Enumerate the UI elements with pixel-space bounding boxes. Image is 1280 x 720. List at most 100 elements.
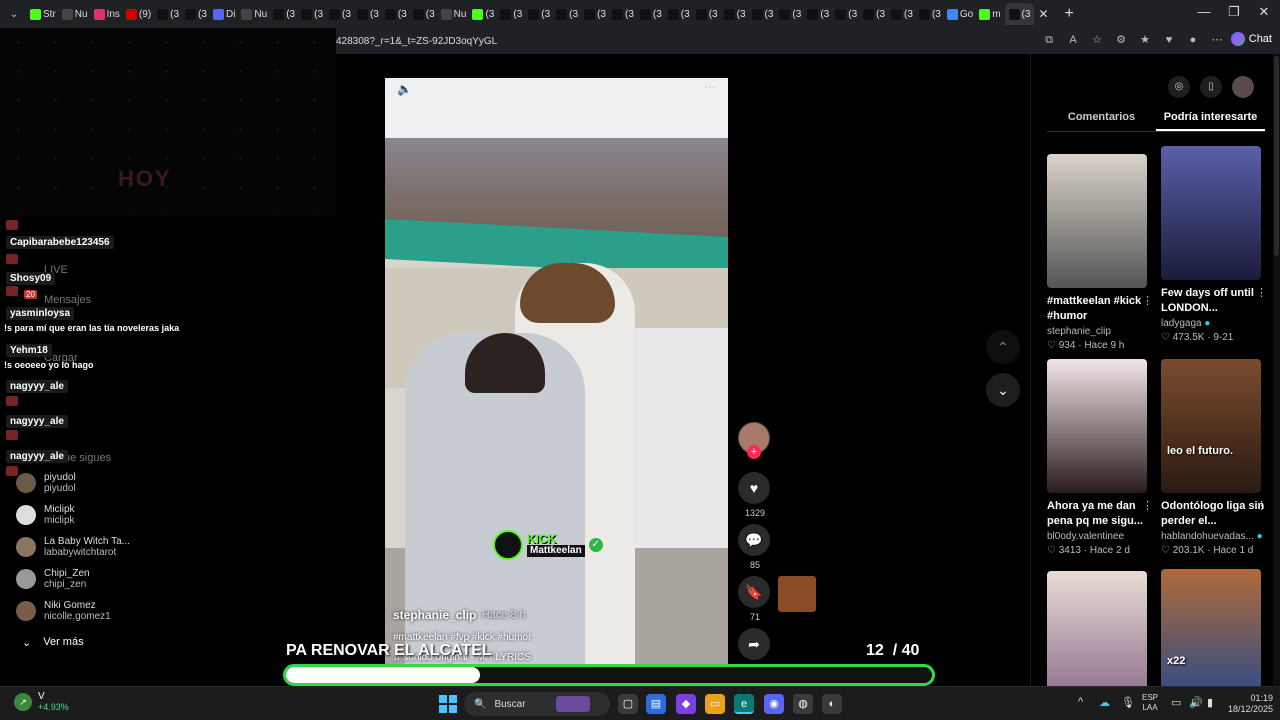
windows-start-icon[interactable] [439,695,457,713]
browser-tab[interactable]: (3 [694,3,720,25]
profile-icon[interactable]: ● [1186,33,1200,47]
volume-icon[interactable]: 🔈 [397,82,412,96]
maximize-icon[interactable]: ❐ [1220,4,1248,20]
microphone-icon[interactable]: 🎙 [1121,696,1135,709]
browser-tab[interactable]: (9) [124,3,153,25]
tab-comments[interactable]: Comentarios [1047,106,1156,131]
recommended-video-card[interactable]: x22 [1161,569,1265,703]
browser-tab[interactable]: (3 [554,3,580,25]
browser-tab[interactable]: (3 [526,3,552,25]
browser-tab[interactable]: Nu [239,3,269,25]
taskbar-search[interactable]: 🔍 Buscar [464,692,610,716]
address-bar[interactable]: 428308?_r=1&_t=ZS-92JD3oqYyGL ⧉ A ☆ ⚙ ★ … [336,28,1280,54]
browser-tab[interactable]: (3 [271,3,297,25]
browser-tab[interactable]: Ins [92,3,122,25]
browser-tab[interactable]: Go [945,3,975,25]
video-thumbnail[interactable] [1047,359,1147,493]
minimize-icon[interactable]: — [1190,4,1218,19]
shield-icon[interactable]: ♥ [1162,33,1176,47]
browser-tab[interactable]: (3 [638,3,664,25]
follow-plus-icon[interactable]: + [747,445,761,459]
favorite-star-icon[interactable]: ☆ [1090,33,1104,47]
favorites-icon[interactable]: ★ [1138,33,1152,47]
recommended-video-card[interactable]: Ahora ya me dan pena pq me sigu... bl0ody… [1047,359,1153,556]
browser-tab[interactable]: (3 [1004,3,1035,25]
recommended-video-card[interactable]: #mattkeelan #kick #humor stephanie_clip ♡ … [1047,154,1153,351]
card-author[interactable]: bl0ody.valentinee [1047,531,1151,542]
tab-search-icon[interactable]: ⌄ [4,4,24,24]
browser-tab[interactable]: (3 [470,3,496,25]
share-arrow-icon[interactable]: ➦ [738,628,770,660]
video-thumbnail[interactable] [1161,146,1261,280]
card-more-icon[interactable]: ⋮ [1142,294,1153,307]
battery-icon[interactable]: ▮ [1207,696,1213,709]
card-title[interactable]: #mattkeelan #kick #humor [1047,294,1151,324]
browser-tab[interactable]: (3 [750,3,776,25]
display-icon[interactable]: ▭ [1171,696,1181,709]
browser-tab[interactable]: (3 [582,3,608,25]
bookmark-icon[interactable]: 🔖 [738,576,770,608]
browser-tab[interactable]: (3 [861,3,887,25]
tab-recommended[interactable]: Podría interesarte [1156,106,1265,131]
card-title[interactable]: Odontólogo liga sin perder el... [1161,499,1265,529]
store-icon[interactable]: ▤ [646,694,666,714]
browser-tab[interactable]: (3 [833,3,859,25]
copilot-chat-button[interactable]: Chat [1230,32,1272,46]
video-thumbnail[interactable]: leo el futuro. [1161,359,1261,493]
like-heart-icon[interactable]: ♥ [738,472,770,504]
system-clock[interactable]: 01:19 18/12/2025 [1228,693,1273,715]
card-title[interactable]: Few days off until LONDON... [1161,286,1265,316]
translate-icon[interactable]: A [1066,33,1080,47]
extensions-icon[interactable]: ⚙ [1114,33,1128,47]
video-author[interactable]: stephanie_clip [393,608,476,622]
recommended-video-card[interactable]: leo el futuro. Odontólogo liga sin perder… [1161,359,1267,556]
browser-tab[interactable]: (3 [299,3,325,25]
following-item[interactable]: piyudol piyudol [16,472,76,494]
browser-tab[interactable]: (3 [383,3,409,25]
browser-tab[interactable]: (3 [498,3,524,25]
following-item[interactable]: Chipi_Zen chipi_zen [16,568,90,590]
discord-icon[interactable]: ◉ [764,694,784,714]
input-language[interactable]: ESP LAA [1142,693,1158,713]
browser-tab[interactable]: (3 [183,3,209,25]
stock-widget[interactable]: ↗ V +4.93% [14,691,69,713]
open-in-app-icon[interactable]: ⧉ [1042,33,1056,47]
browser-tab[interactable]: Di [211,3,237,25]
card-more-icon[interactable]: ⋮ [1256,499,1267,512]
more-menu-icon[interactable]: ⋯ [1210,33,1224,47]
video-thumbnail[interactable] [1047,571,1147,705]
onedrive-icon[interactable]: ☁ [1099,696,1110,709]
copilot-app-icon[interactable]: ◆ [676,694,696,714]
obs-icon[interactable]: ◍ [793,694,813,714]
phone-icon[interactable]: ▯ [1200,76,1222,98]
browser-tab[interactable]: (3 [889,3,915,25]
browser-tab[interactable]: (3 [327,3,353,25]
following-item[interactable]: Niki Gomez nicolle.gomez1 [16,600,111,622]
new-tab-icon[interactable]: + [1065,5,1074,23]
video-thumbnail[interactable] [1047,154,1147,288]
url-text[interactable]: 428308?_r=1&_t=ZS-92JD3oqYyGL [336,36,497,47]
recommended-video-card[interactable]: Few days off until LONDON... ladygaga ● ♡ … [1161,146,1267,343]
next-video-arrow-icon[interactable]: ⌄ [986,373,1020,407]
browser-tab[interactable]: Nu [60,3,90,25]
browser-tab[interactable]: (3 [805,3,831,25]
browser-tab[interactable]: (3 [917,3,943,25]
browser-tab[interactable]: (3 [666,3,692,25]
more-options-icon[interactable]: ⋯ [704,80,716,94]
card-author[interactable]: ladygaga ● [1161,318,1265,329]
browser-tab[interactable]: (3 [777,3,803,25]
card-more-icon[interactable]: ⋮ [1142,499,1153,512]
previous-video-arrow-icon[interactable]: ⌃ [986,330,1020,364]
video-thumbnail[interactable]: x22 [1161,569,1261,703]
file-explorer-icon[interactable]: ▭ [705,694,725,714]
tab-close-icon[interactable]: ✕ [1038,7,1048,21]
browser-tab[interactable]: Nu [439,3,469,25]
browser-tab[interactable]: (3 [610,3,636,25]
recommended-video-card[interactable] [1047,571,1151,705]
browser-tab[interactable]: Str [28,3,58,25]
card-title[interactable]: Ahora ya me dan pena pq me sigu... [1047,499,1151,529]
compass-icon[interactable]: ◎ [1168,76,1190,98]
tray-chevron-up-icon[interactable]: ^ [1078,696,1083,708]
edge-browser-icon[interactable]: e [734,694,754,714]
volume-tray-icon[interactable]: 🔊 [1189,696,1203,709]
